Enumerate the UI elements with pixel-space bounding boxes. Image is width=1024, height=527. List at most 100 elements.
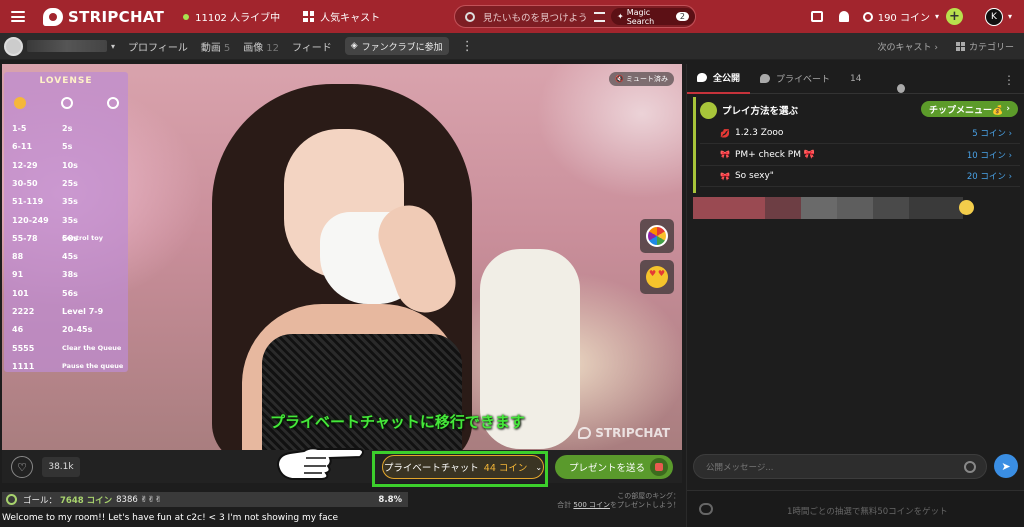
tip-menu-item[interactable]: 🎀 PM+ check PM 🎀 10 コイン › [700,145,1020,166]
lovense-tip-panel: LOVENSE 1-5 2s 6-11 5s 12-29 10s 30-50 25s 51-11… [4,72,128,372]
clock-icon [60,97,73,109]
lovense-duration: 5s [62,142,73,152]
lovense-duration: 38s [62,270,78,280]
lovense-duration: 45s [62,252,78,262]
private-chat-button[interactable]: プライベートチャット 44 コイン ⌄ [382,455,544,479]
lovense-row: 88 45s [12,252,124,264]
chat-bubble-icon [697,73,707,82]
video-player[interactable]: LOVENSE 1-5 2s 6-11 5s 12-29 10s 30-50 25s 51-11… [2,64,682,450]
messages-icon[interactable] [810,11,823,22]
room-king-info: この部屋のキング： 合計 500 コインをプレゼントしよう！ [540,492,680,510]
coin-stack-icon [14,97,26,109]
chevron-down-icon: ▾ [934,12,939,21]
chat-input-placeholder: 公開メッセージ... [706,462,774,473]
tip-item-name: 1.2.3 Zooo [734,128,784,138]
category-grid-icon [955,41,965,51]
send-icon: ➤ [1001,459,1011,473]
search-input[interactable]: 見たいものを見つけよう [483,10,588,24]
tab-images[interactable]: 画像 12 [243,39,279,54]
lovense-duration: 20-45s [62,325,93,335]
fanclub-button[interactable]: ◈ ファンクラブに参加 [344,37,449,55]
coin-balance[interactable]: 190 コイン ▾ [862,9,939,24]
chat-input[interactable]: 公開メッセージ... [693,454,987,479]
tab-profile[interactable]: プロフィール [128,39,188,54]
lovense-amount: 46 [12,325,24,335]
buy-coins-button[interactable]: + [945,8,963,25]
site-logo[interactable]: STRIPCHAT [43,7,164,26]
streamer-video-figure [212,84,472,450]
user-avatar[interactable]: K [984,7,1003,26]
lovense-action: Control toy [62,233,103,242]
chevron-down-icon[interactable]: ▾ [111,42,115,51]
tip-menu-item[interactable]: 🎀 So sexy" 20 コイン › [700,166,1020,187]
smiley-emoji-icon [959,200,974,215]
lovense-amount: 120-249 [12,215,49,225]
send-gift-button[interactable]: プレゼントを送る [555,455,673,479]
search-bar[interactable]: 見たいものを見つけよう ✦ Magic Search 2 [454,5,696,28]
tab-videos[interactable]: 動画 5 [201,39,230,54]
goal-progress-bar: ゴール： 7648 コイン 8386 ✌✌✌ 8.8% [2,492,408,507]
tab-feed-label: フィード [291,42,332,54]
heart-eyes-emoji-icon [646,266,668,288]
send-button[interactable]: ➤ [994,454,1018,478]
next-cast-link[interactable]: 次のキャスト › [878,40,938,53]
model-avatar[interactable] [4,36,23,56]
lovense-amount: 30-50 [12,178,38,188]
tab-public-chat[interactable]: 全公開 [687,64,751,94]
free-coins-banner[interactable]: 1時間ごとの抽選で無料50コインをゲット [687,490,1024,527]
item-icon: 🎀 [720,150,730,159]
filter-icon[interactable] [594,12,605,22]
coin-balance-value: 190 コイン [877,13,930,24]
model-name-blurred[interactable] [27,40,107,52]
ban-icon [107,97,119,109]
lovense-row: 51-119 35s [12,197,124,209]
lovense-action: Pause the queue [62,361,124,370]
lovense-amount: 1-5 [12,124,27,133]
lovense-duration: 56s [62,288,78,298]
private-chat-price: 44 コイン [483,463,528,474]
tab-public-label: 全公開 [713,74,741,84]
chevron-down-icon[interactable]: ▾ [1008,12,1012,21]
tab-feed[interactable]: フィード [292,39,332,54]
private-chat-label: プライベートチャット [383,463,479,474]
emoji-picker-icon[interactable] [964,461,976,473]
tip-menu-item[interactable]: 💋 1.2.3 Zooo 5 コイン › [700,123,1020,144]
king-prefix: 合計 [557,501,572,509]
tip-menu-button[interactable]: チップメニュー💰 › [920,101,1018,117]
chevron-down-icon[interactable]: ⌄ [535,463,542,472]
more-icon[interactable]: ⋮ [1003,73,1015,87]
king-amount-link[interactable]: 500 コイン [573,501,610,509]
blurred-chat-message [693,197,963,219]
more-icon[interactable]: ⋮ [461,39,474,54]
menu-icon[interactable] [11,11,25,22]
mute-indicator[interactable]: 🔇 ミュート済み [609,72,674,86]
lovense-amount: 101 [12,288,29,298]
lovense-row: 1111 Pause the queue [12,362,124,374]
goal-percent: 8.8% [378,494,402,505]
fortune-wheel-button[interactable] [640,219,674,253]
lovense-action: Clear the Queue [62,343,122,352]
lovense-duration: 35s [62,197,78,207]
tab-videos-label: 動画 [200,42,221,54]
tab-images-label: 画像 [243,42,264,54]
tab-viewers[interactable]: 14 [840,64,905,94]
lovense-amount: 51-119 [12,197,44,207]
live-count-link[interactable]: 11102 人ライブ中 [183,9,280,24]
favorite-button[interactable]: ♡ [11,456,33,478]
lovense-row: 6-11 5s [12,142,124,154]
chat-panel: 全公開 プライベート 14 ⋮ プレイ方法を選ぶ チップメニュー💰 › 💋 1.2… [686,64,1024,527]
lovense-row: 2222 Level 7-9 [12,307,124,319]
viewer-count: 14 [850,73,862,84]
sparkle-icon: ✦ [617,12,624,21]
popular-casts-link[interactable]: 人気キャスト [303,9,380,24]
tip-menu-message: プレイ方法を選ぶ チップメニュー💰 › 💋 1.2.3 Zooo 5 コイン › 🎀 P… [693,97,1020,193]
tab-images-count: 12 [266,42,279,54]
reaction-button[interactable] [640,260,674,294]
lovense-row: 46 20-45s [12,325,124,337]
magic-search-button[interactable]: ✦ Magic Search 2 [611,8,695,26]
category-button[interactable]: カテゴリー [955,40,1014,53]
send-gift-label: プレゼントを送る [569,463,646,474]
tab-private-chat[interactable]: プライベート [750,64,840,94]
bell-icon[interactable] [838,11,849,22]
lovense-row: 55-78 50s Control toy [12,234,124,246]
